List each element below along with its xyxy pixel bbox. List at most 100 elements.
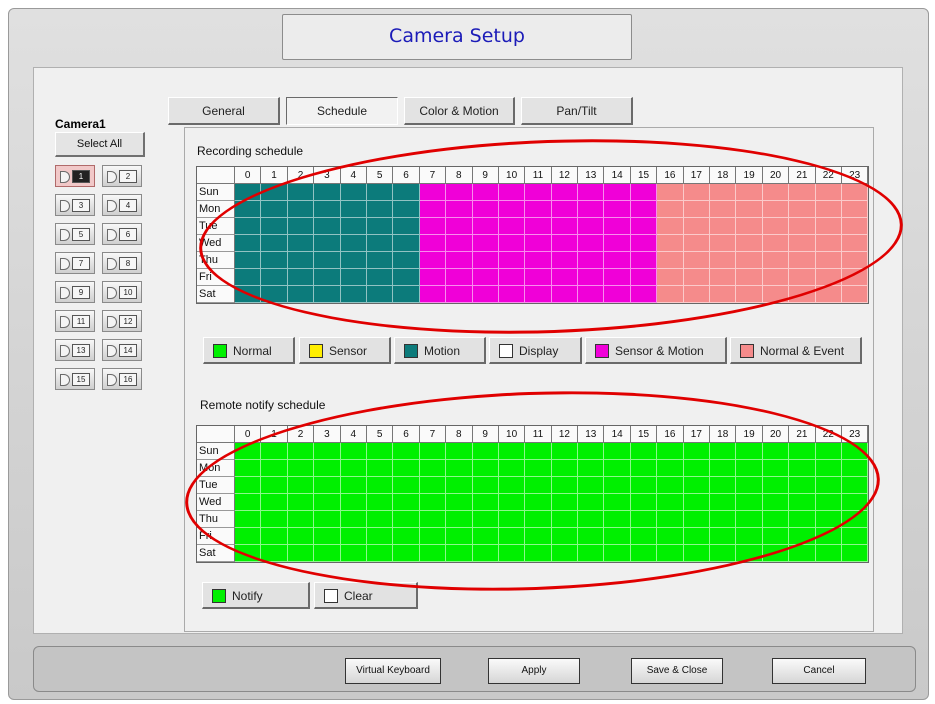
hour-header[interactable]: 14 <box>604 167 631 184</box>
schedule-cell[interactable] <box>604 460 631 477</box>
schedule-cell[interactable] <box>657 545 684 562</box>
schedule-cell[interactable] <box>498 477 526 494</box>
schedule-cell[interactable] <box>366 269 394 286</box>
schedule-cell[interactable] <box>683 528 711 545</box>
schedule-cell[interactable] <box>525 201 552 218</box>
schedule-cell[interactable] <box>498 218 526 235</box>
schedule-cell[interactable] <box>340 252 367 269</box>
day-label[interactable]: Wed <box>197 235 235 252</box>
schedule-cell[interactable] <box>657 218 684 235</box>
schedule-cell[interactable] <box>815 528 842 545</box>
schedule-cell[interactable] <box>710 269 737 286</box>
tab-general[interactable]: General <box>168 97 280 125</box>
schedule-cell[interactable] <box>841 494 869 511</box>
schedule-cell[interactable] <box>366 184 394 201</box>
schedule-cell[interactable] <box>340 184 367 201</box>
hour-header[interactable]: 18 <box>710 167 737 184</box>
schedule-cell[interactable] <box>419 201 447 218</box>
schedule-cell[interactable] <box>762 477 790 494</box>
camera-button-10[interactable]: 10 <box>102 281 142 303</box>
schedule-cell[interactable] <box>604 269 631 286</box>
schedule-cell[interactable] <box>235 184 262 201</box>
day-label[interactable]: Sun <box>197 184 235 201</box>
schedule-cell[interactable] <box>314 477 341 494</box>
schedule-cell[interactable] <box>287 460 315 477</box>
day-label[interactable]: Thu <box>197 511 235 528</box>
schedule-cell[interactable] <box>683 460 711 477</box>
schedule-cell[interactable] <box>683 269 711 286</box>
schedule-cell[interactable] <box>287 252 315 269</box>
schedule-cell[interactable] <box>683 286 711 303</box>
schedule-cell[interactable] <box>446 269 473 286</box>
schedule-cell[interactable] <box>789 494 816 511</box>
hour-header[interactable]: 0 <box>235 426 262 443</box>
schedule-cell[interactable] <box>366 218 394 235</box>
schedule-cell[interactable] <box>446 184 473 201</box>
day-label[interactable]: Wed <box>197 494 235 511</box>
day-label[interactable]: Fri <box>197 269 235 286</box>
hour-header[interactable]: 7 <box>419 167 447 184</box>
schedule-cell[interactable] <box>762 269 790 286</box>
schedule-cell[interactable] <box>710 494 737 511</box>
schedule-cell[interactable] <box>841 477 869 494</box>
schedule-cell[interactable] <box>287 286 315 303</box>
schedule-cell[interactable] <box>789 269 816 286</box>
schedule-cell[interactable] <box>498 184 526 201</box>
schedule-cell[interactable] <box>419 528 447 545</box>
schedule-cell[interactable] <box>472 511 499 528</box>
schedule-cell[interactable] <box>736 443 763 460</box>
schedule-cell[interactable] <box>393 286 420 303</box>
hour-header[interactable]: 22 <box>815 426 842 443</box>
schedule-cell[interactable] <box>498 443 526 460</box>
schedule-cell[interactable] <box>393 218 420 235</box>
hour-header[interactable]: 23 <box>841 426 869 443</box>
schedule-cell[interactable] <box>683 252 711 269</box>
schedule-cell[interactable] <box>551 443 579 460</box>
schedule-cell[interactable] <box>551 528 579 545</box>
schedule-cell[interactable] <box>498 252 526 269</box>
schedule-cell[interactable] <box>578 235 605 252</box>
remote-notify-schedule-grid[interactable]: 0 1 2 3 4 5 6 7 8 9 10 11 12 13 14 15 16 17 18 19 20 21 22 23 Su… <box>196 425 870 563</box>
schedule-cell[interactable] <box>314 511 341 528</box>
hour-header[interactable]: 10 <box>498 167 526 184</box>
schedule-cell[interactable] <box>841 201 869 218</box>
schedule-cell[interactable] <box>657 460 684 477</box>
schedule-cell[interactable] <box>287 528 315 545</box>
schedule-cell[interactable] <box>657 235 684 252</box>
schedule-cell[interactable] <box>314 269 341 286</box>
schedule-cell[interactable] <box>551 477 579 494</box>
schedule-cell[interactable] <box>841 545 869 562</box>
schedule-cell[interactable] <box>472 528 499 545</box>
schedule-cell[interactable] <box>789 460 816 477</box>
camera-button-6[interactable]: 6 <box>102 223 142 245</box>
schedule-cell[interactable] <box>446 511 473 528</box>
schedule-cell[interactable] <box>393 201 420 218</box>
schedule-cell[interactable] <box>630 511 658 528</box>
schedule-cell[interactable] <box>657 511 684 528</box>
hour-header[interactable]: 6 <box>393 426 420 443</box>
schedule-cell[interactable] <box>498 494 526 511</box>
schedule-cell[interactable] <box>815 252 842 269</box>
schedule-cell[interactable] <box>287 511 315 528</box>
virtual-keyboard-button[interactable]: Virtual Keyboard <box>345 658 441 684</box>
schedule-cell[interactable] <box>235 201 262 218</box>
schedule-cell[interactable] <box>736 269 763 286</box>
schedule-cell[interactable] <box>604 218 631 235</box>
schedule-cell[interactable] <box>578 252 605 269</box>
schedule-cell[interactable] <box>472 252 499 269</box>
schedule-cell[interactable] <box>525 477 552 494</box>
schedule-cell[interactable] <box>736 494 763 511</box>
schedule-cell[interactable] <box>762 184 790 201</box>
camera-button-4[interactable]: 4 <box>102 194 142 216</box>
day-label[interactable]: Fri <box>197 528 235 545</box>
schedule-cell[interactable] <box>736 218 763 235</box>
schedule-cell[interactable] <box>604 184 631 201</box>
schedule-cell[interactable] <box>736 545 763 562</box>
schedule-cell[interactable] <box>841 269 869 286</box>
schedule-cell[interactable] <box>604 494 631 511</box>
schedule-cell[interactable] <box>340 201 367 218</box>
schedule-cell[interactable] <box>498 545 526 562</box>
schedule-cell[interactable] <box>736 286 763 303</box>
schedule-cell[interactable] <box>525 528 552 545</box>
schedule-cell[interactable] <box>235 286 262 303</box>
